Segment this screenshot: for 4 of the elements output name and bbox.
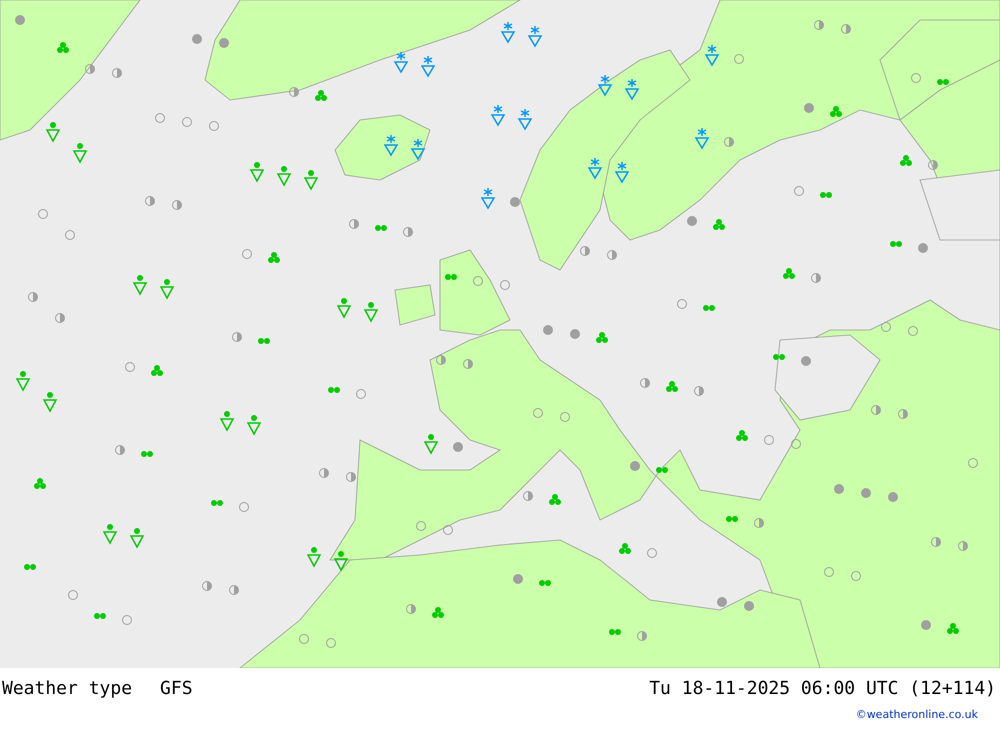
map-title: Weather type — [2, 678, 132, 698]
credit-link[interactable]: ©weatheronline.co.uk — [856, 708, 978, 721]
valid-time: Tu 18-11-2025 06:00 UTC (12+114) — [649, 678, 996, 698]
model-name: GFS — [160, 678, 193, 698]
